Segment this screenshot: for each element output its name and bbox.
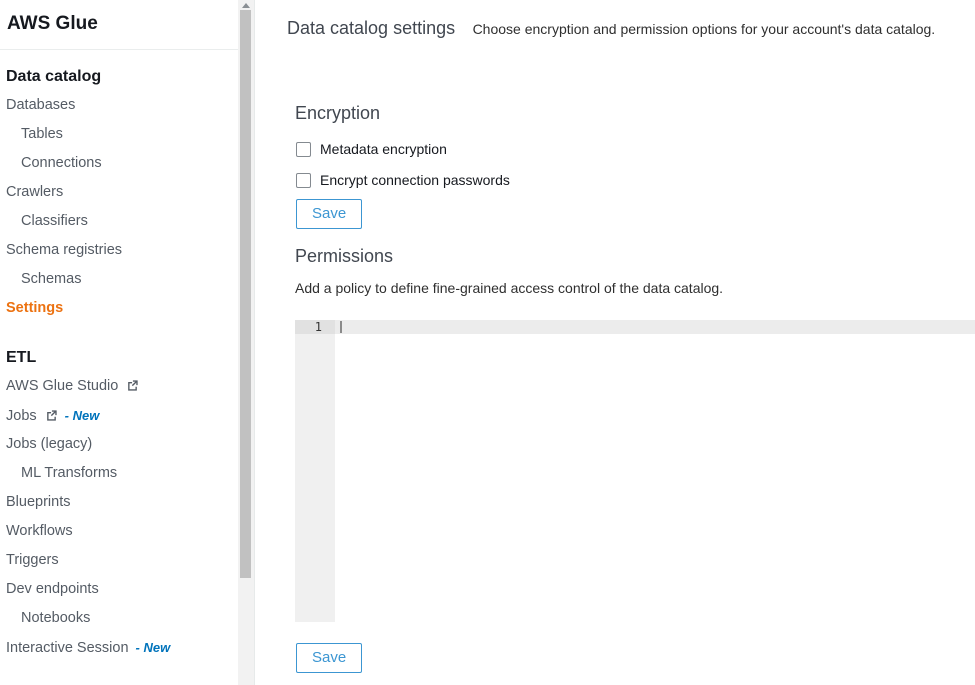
sidebar-item-notebooks[interactable]: Notebooks	[0, 604, 238, 633]
permissions-description: Add a policy to define fine-grained acce…	[295, 280, 975, 297]
sidebar-item-schemas[interactable]: Schemas	[0, 265, 238, 294]
sidebar-item-aws-glue-studio[interactable]: AWS Glue Studio	[0, 372, 238, 401]
encryption-save-button[interactable]: Save	[296, 199, 362, 229]
sidebar-section-etl: ETL AWS Glue Studio Jobs- New Jobs (lega…	[0, 343, 238, 662]
external-link-icon	[126, 374, 139, 403]
editor-active-line	[335, 320, 975, 334]
sidebar-item-tables[interactable]: Tables	[0, 120, 238, 149]
encrypt-connection-passwords-checkbox[interactable]	[296, 173, 311, 188]
sidebar: AWS Glue Data catalog Databases Tables C…	[0, 0, 255, 685]
sidebar-item-jobs-legacy[interactable]: Jobs (legacy)	[0, 430, 238, 459]
page-description: Choose encryption and permission options…	[473, 21, 936, 37]
sidebar-scrollbar[interactable]	[238, 0, 254, 685]
main-content: Data catalog settings Choose encryption …	[256, 0, 975, 685]
sidebar-item-ml-transforms[interactable]: ML Transforms	[0, 459, 238, 488]
page-title: Data catalog settings	[287, 18, 455, 38]
checkbox-label: Metadata encryption	[320, 141, 447, 157]
sidebar-heading-data-catalog: Data catalog	[0, 62, 238, 91]
sidebar-item-interactive-session[interactable]: Interactive Session- New	[0, 633, 238, 662]
permissions-heading: Permissions	[295, 246, 975, 267]
editor-gutter: 1	[295, 320, 335, 622]
sidebar-item-workflows[interactable]: Workflows	[0, 517, 238, 546]
sidebar-heading-etl: ETL	[0, 343, 238, 372]
checkbox-label: Encrypt connection passwords	[320, 172, 510, 188]
sidebar-item-databases[interactable]: Databases	[0, 91, 238, 120]
editor-cursor	[340, 321, 342, 333]
metadata-encryption-row[interactable]: Metadata encryption	[296, 138, 975, 160]
sidebar-item-dev-endpoints[interactable]: Dev endpoints	[0, 575, 238, 604]
sidebar-item-blueprints[interactable]: Blueprints	[0, 488, 238, 517]
sidebar-section-data-catalog: Data catalog Databases Tables Connection…	[0, 62, 238, 323]
sidebar-item-classifiers[interactable]: Classifiers	[0, 207, 238, 236]
permissions-save-button[interactable]: Save	[296, 643, 362, 673]
encryption-heading: Encryption	[295, 103, 975, 124]
external-link-icon	[45, 404, 58, 433]
metadata-encryption-checkbox[interactable]	[296, 142, 311, 157]
encrypt-connection-passwords-row[interactable]: Encrypt connection passwords	[296, 169, 975, 191]
new-badge: - New	[65, 408, 100, 423]
app-title: AWS Glue	[0, 0, 238, 50]
sidebar-item-schema-registries[interactable]: Schema registries	[0, 236, 238, 265]
policy-editor[interactable]: 1	[295, 320, 975, 622]
sidebar-item-crawlers[interactable]: Crawlers	[0, 178, 238, 207]
sidebar-item-settings[interactable]: Settings	[0, 294, 238, 323]
sidebar-scrollbar-thumb[interactable]	[240, 10, 251, 578]
sidebar-item-connections[interactable]: Connections	[0, 149, 238, 178]
new-badge: - New	[136, 640, 171, 655]
scroll-up-icon[interactable]	[238, 0, 254, 10]
sidebar-item-jobs[interactable]: Jobs- New	[0, 401, 238, 430]
sidebar-item-triggers[interactable]: Triggers	[0, 546, 238, 575]
page-header: Data catalog settings Choose encryption …	[287, 17, 975, 41]
editor-line-number: 1	[295, 320, 335, 334]
